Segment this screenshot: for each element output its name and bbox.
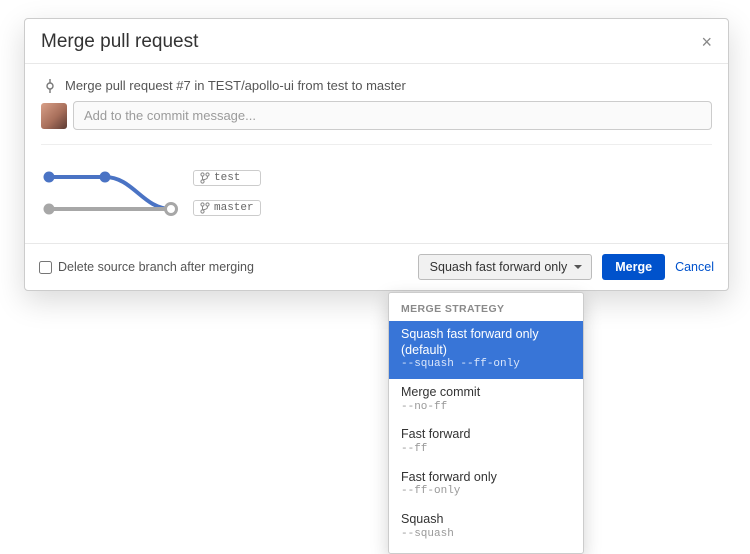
branch-tags: test master xyxy=(193,170,261,216)
merge-strategy-option[interactable]: Squash fast forward only (default)--squa… xyxy=(389,321,583,379)
merge-strategy-dropdown-button[interactable]: Squash fast forward only xyxy=(418,254,593,280)
branch-graph xyxy=(43,165,183,221)
merge-button[interactable]: Merge xyxy=(602,254,665,280)
footer-actions: Squash fast forward only Merge Cancel xyxy=(418,254,714,280)
dialog-footer: Delete source branch after merging Squas… xyxy=(25,243,728,290)
commit-summary-row: Merge pull request #7 in TEST/apollo-ui … xyxy=(41,76,712,101)
source-branch-tag: test xyxy=(193,170,261,186)
branch-icon xyxy=(200,202,210,214)
merge-strategy-option-flag: --no-ff xyxy=(401,401,571,415)
cancel-link[interactable]: Cancel xyxy=(675,260,714,274)
divider xyxy=(41,144,712,145)
merge-strategy-current: Squash fast forward only xyxy=(430,260,568,274)
merge-strategy-option-flag: --ff xyxy=(401,443,571,457)
dialog-body: Merge pull request #7 in TEST/apollo-ui … xyxy=(25,64,728,243)
merge-strategy-dropdown: MERGE STRATEGY Squash fast forward only … xyxy=(388,292,584,554)
merge-strategy-option[interactable]: Merge commit--no-ff xyxy=(389,379,583,421)
commit-input-row xyxy=(41,101,712,130)
commit-icon xyxy=(43,79,57,93)
merge-strategy-option-label: Fast forward xyxy=(401,427,571,443)
branch-icon xyxy=(200,172,210,184)
delete-branch-label: Delete source branch after merging xyxy=(58,260,254,274)
target-branch-label: master xyxy=(214,202,254,214)
merge-strategy-option-label: Squash fast forward only (default) xyxy=(401,327,571,358)
avatar xyxy=(41,103,67,129)
delete-branch-checkbox-row[interactable]: Delete source branch after merging xyxy=(39,260,254,274)
commit-message-input[interactable] xyxy=(73,101,712,130)
close-icon[interactable]: × xyxy=(701,33,712,51)
merge-strategy-option-label: Merge commit xyxy=(401,385,571,401)
merge-strategy-option-flag: --squash --ff-only xyxy=(401,358,571,372)
merge-strategy-option-flag: --squash xyxy=(401,528,571,542)
dropdown-header: MERGE STRATEGY xyxy=(389,297,583,321)
chevron-down-icon xyxy=(574,265,582,269)
target-branch-tag: master xyxy=(193,200,261,216)
merge-strategy-option-flag: --ff-only xyxy=(401,485,571,499)
branch-graph-section: test master xyxy=(41,159,712,243)
merge-strategy-option[interactable]: Fast forward only--ff-only xyxy=(389,464,583,506)
source-branch-label: test xyxy=(214,172,240,184)
merge-strategy-option-label: Squash xyxy=(401,512,571,528)
delete-branch-checkbox[interactable] xyxy=(39,261,52,274)
dialog-header: Merge pull request × xyxy=(25,19,728,64)
commit-summary-text: Merge pull request #7 in TEST/apollo-ui … xyxy=(65,78,406,93)
merge-strategy-option[interactable]: Squash--squash xyxy=(389,506,583,548)
merge-dialog: Merge pull request × Merge pull request … xyxy=(24,18,729,291)
dialog-title: Merge pull request xyxy=(41,31,198,53)
merge-strategy-option-label: Fast forward only xyxy=(401,470,571,486)
merge-strategy-option[interactable]: Fast forward--ff xyxy=(389,421,583,463)
